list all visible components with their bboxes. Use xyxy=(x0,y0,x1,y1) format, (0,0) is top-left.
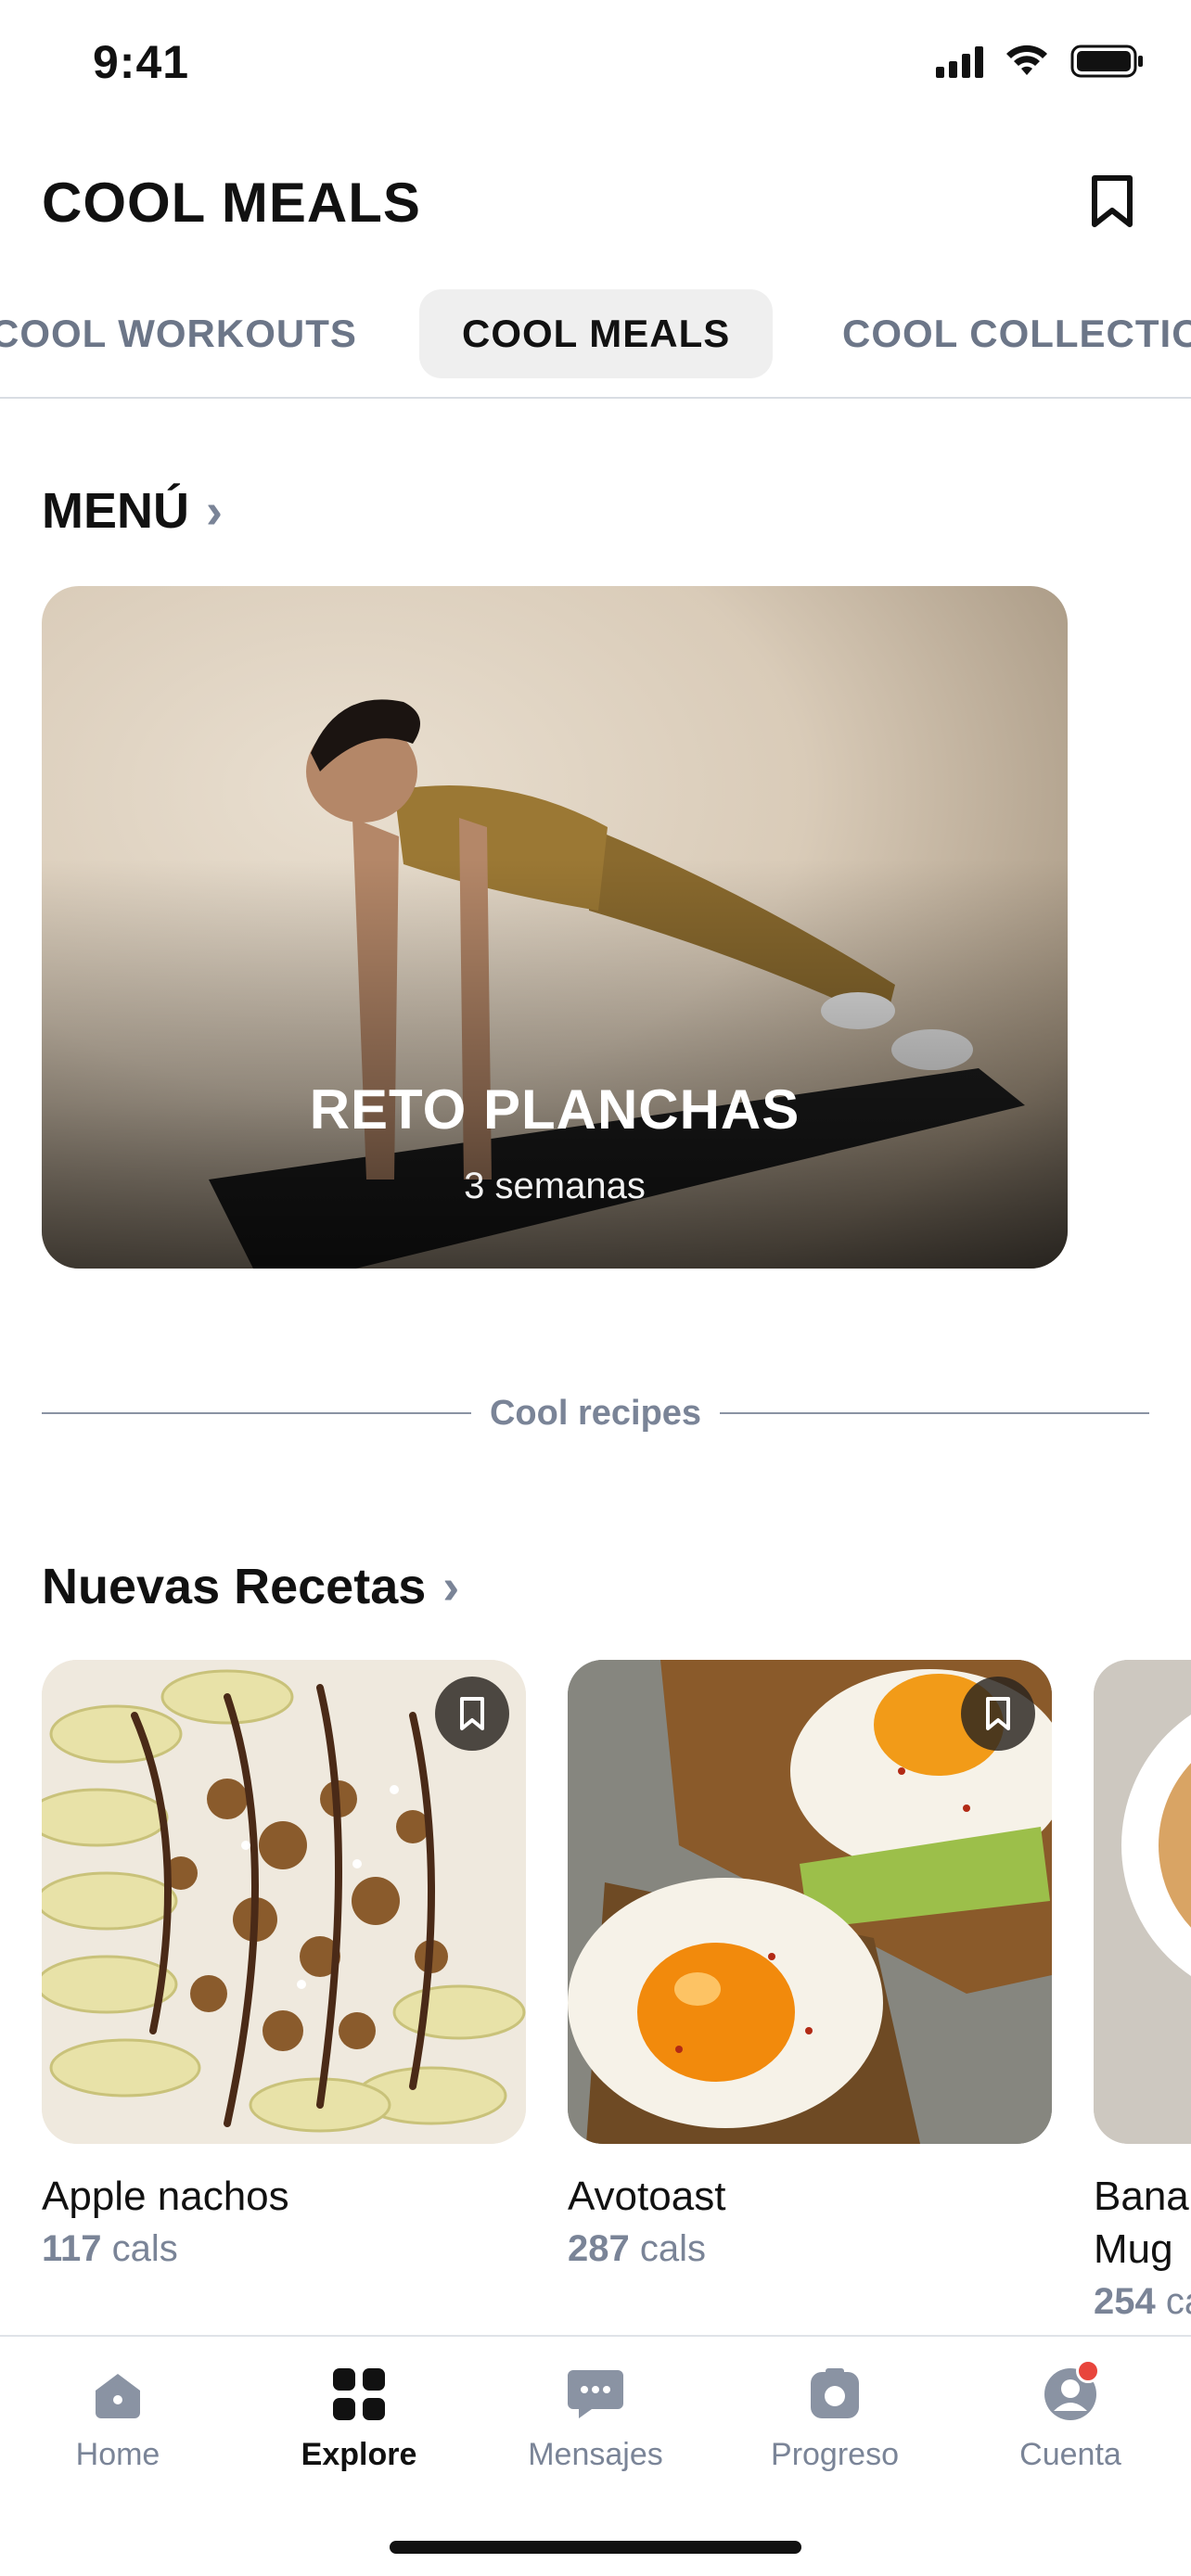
menu-card-reto-planchas[interactable]: RETO PLANCHAS 3 semanas xyxy=(42,586,1068,1269)
divider-label: Cool recipes xyxy=(489,1393,702,1433)
recipe-card-banana-mug[interactable]: Banana Mug 254 cals xyxy=(1094,1660,1191,2323)
chevron-right-icon: › xyxy=(442,1559,460,1614)
save-recipe-button[interactable] xyxy=(961,1677,1035,1751)
recipe-card-apple-nachos[interactable]: Apple nachos 117 cals xyxy=(42,1660,526,2270)
new-recipes-header[interactable]: Nuevas Recetas › xyxy=(42,1558,459,1615)
nav-progress[interactable]: Progreso xyxy=(733,2365,937,2473)
tab-cool-workouts[interactable]: COOL WORKOUTS xyxy=(0,289,357,378)
home-icon xyxy=(88,2365,147,2424)
home-indicator xyxy=(390,2541,801,2554)
nav-label: Mensajes xyxy=(528,2437,663,2472)
recipe-calories: 287 cals xyxy=(568,2228,707,2270)
signal-icon xyxy=(936,45,983,78)
nav-messages[interactable]: Mensajes xyxy=(493,2365,698,2473)
recipe-image xyxy=(42,1660,526,2144)
nav-label: Explore xyxy=(301,2437,417,2472)
bookmark-icon xyxy=(1092,175,1133,227)
hero-subtitle: 3 semanas xyxy=(464,1166,646,1206)
tab-cool-collections[interactable]: COOL COLLECTIONS xyxy=(842,289,1191,378)
bookmark-icon xyxy=(460,1697,484,1730)
section-divider: Cool recipes xyxy=(42,1385,1150,1441)
grid-icon xyxy=(329,2365,389,2424)
banana-mug-illustration xyxy=(1094,1660,1191,2144)
account-icon xyxy=(1041,2359,1100,2424)
divider-line-left xyxy=(42,1412,471,1414)
recipe-calories: 254 cals xyxy=(1094,2281,1191,2323)
menu-section-header[interactable]: MENÚ › xyxy=(42,482,223,540)
status-time: 9:41 xyxy=(93,36,190,88)
saved-button[interactable] xyxy=(1084,169,1140,234)
wifi-icon xyxy=(1006,45,1047,75)
hero-title: RETO PLANCHAS xyxy=(309,1078,800,1141)
bottom-navigation: Home Explore Mensajes Progreso Cuenta xyxy=(0,2335,1191,2576)
divider-line-right xyxy=(720,1412,1150,1414)
chat-icon xyxy=(566,2365,625,2424)
recipe-card-avotoast[interactable]: Avotoast 287 cals xyxy=(568,1660,1052,2270)
app-header: COOL MEALS xyxy=(0,158,1191,250)
tab-cool-meals[interactable]: COOL MEALS xyxy=(419,289,774,378)
recipe-name: Avotoast xyxy=(568,2174,726,2219)
recipe-image xyxy=(1094,1660,1191,2144)
menu-section-title: MENÚ xyxy=(42,483,189,539)
recipe-name: Apple nachos xyxy=(42,2174,289,2219)
page-title: COOL MEALS xyxy=(42,172,421,234)
save-recipe-button[interactable] xyxy=(435,1677,509,1751)
nav-account[interactable]: Cuenta xyxy=(968,2359,1172,2473)
progress-icon xyxy=(805,2365,864,2424)
new-recipes-title: Nuevas Recetas xyxy=(42,1559,427,1614)
recipe-name: Banana Mug xyxy=(1094,2174,1191,2273)
nav-label: Home xyxy=(75,2437,160,2472)
recipes-carousel[interactable]: Apple nachos 117 cals Avotoast 287 cals xyxy=(0,1660,1191,2327)
nav-explore[interactable]: Explore xyxy=(257,2365,461,2473)
bookmark-icon xyxy=(986,1697,1010,1730)
nav-home[interactable]: Home xyxy=(16,2365,220,2473)
recipe-calories: 117 cals xyxy=(42,2228,178,2270)
nav-label: Cuenta xyxy=(1019,2437,1121,2472)
recipe-image xyxy=(568,1660,1052,2144)
status-icons xyxy=(936,43,1145,80)
category-tabs: COOL WORKOUTS COOL MEALS COOL COLLECTION… xyxy=(0,287,1191,399)
battery-icon xyxy=(1070,45,1143,78)
notification-badge xyxy=(1076,2359,1100,2383)
nav-label: Progreso xyxy=(771,2437,899,2472)
status-bar: 9:41 xyxy=(0,0,1191,130)
chevron-right-icon: › xyxy=(206,483,223,539)
